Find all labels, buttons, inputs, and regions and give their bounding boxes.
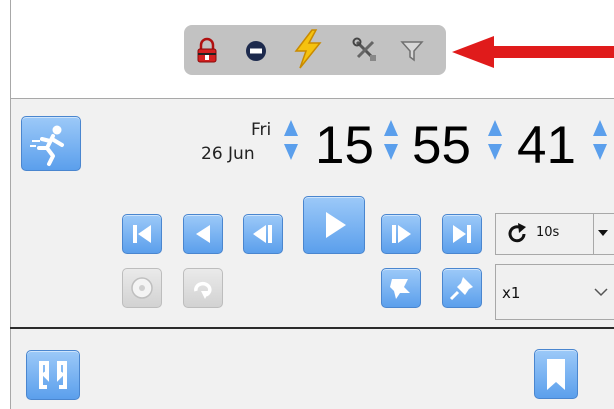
tools-icon[interactable] <box>350 35 380 65</box>
record-disabled-button[interactable] <box>122 268 162 308</box>
skip-interval-value: 10s <box>536 225 560 240</box>
select-divider <box>593 214 594 254</box>
bookmark-icon <box>547 359 565 390</box>
pin-marker-button[interactable] <box>442 268 482 308</box>
loop-icon <box>194 281 212 299</box>
seconds-spinner[interactable] <box>592 118 608 162</box>
filter-icon[interactable] <box>397 35 427 65</box>
step-back-icon <box>253 225 272 243</box>
chevron-down-icon <box>594 288 608 297</box>
sync-button[interactable] <box>26 350 80 400</box>
hours-display[interactable]: 15 <box>315 119 374 172</box>
record-stop-icon[interactable] <box>241 35 271 65</box>
lightning-icon[interactable] <box>290 29 326 69</box>
play-reverse-icon <box>196 225 210 243</box>
dropdown-arrow-icon[interactable] <box>598 230 608 238</box>
playback-speed-value: x1 <box>502 284 521 302</box>
lock-icon[interactable] <box>192 35 222 65</box>
date-spinner[interactable] <box>283 118 299 162</box>
step-back-button[interactable] <box>243 214 283 254</box>
skip-to-end-button[interactable] <box>442 214 482 254</box>
minutes-spinner[interactable] <box>487 118 503 162</box>
view-toolbar <box>184 25 446 75</box>
weekday-label: Fri <box>251 120 272 140</box>
skip-interval-select[interactable]: 10s <box>495 213 614 255</box>
seconds-display[interactable]: 41 <box>517 119 576 172</box>
thumbtack-icon <box>449 277 473 301</box>
disc-icon <box>131 277 153 299</box>
sync-icon <box>39 361 67 389</box>
annotation-arrow <box>452 36 614 68</box>
bookmark-button[interactable] <box>534 349 578 399</box>
playback-speed-select[interactable]: x1 <box>495 264 614 320</box>
skip-to-start-button[interactable] <box>122 214 162 254</box>
minutes-display[interactable]: 55 <box>412 119 471 172</box>
hours-spinner[interactable] <box>383 118 399 162</box>
step-forward-icon <box>392 225 411 243</box>
skip-end-icon <box>453 225 471 243</box>
play-icon <box>326 212 346 238</box>
step-forward-button[interactable] <box>381 214 421 254</box>
play-button[interactable] <box>303 196 365 254</box>
date-label: 26 Jun <box>201 144 255 164</box>
skip-start-icon <box>133 225 151 243</box>
running-man-icon <box>30 125 64 166</box>
bookmark-marker-button[interactable] <box>381 268 421 308</box>
live-mode-button[interactable] <box>21 116 81 171</box>
play-backward-button[interactable] <box>183 214 223 254</box>
panel-divider <box>10 327 614 329</box>
loop-disabled-button[interactable] <box>183 268 223 308</box>
refresh-icon <box>508 223 526 243</box>
pin-icon <box>390 279 410 299</box>
